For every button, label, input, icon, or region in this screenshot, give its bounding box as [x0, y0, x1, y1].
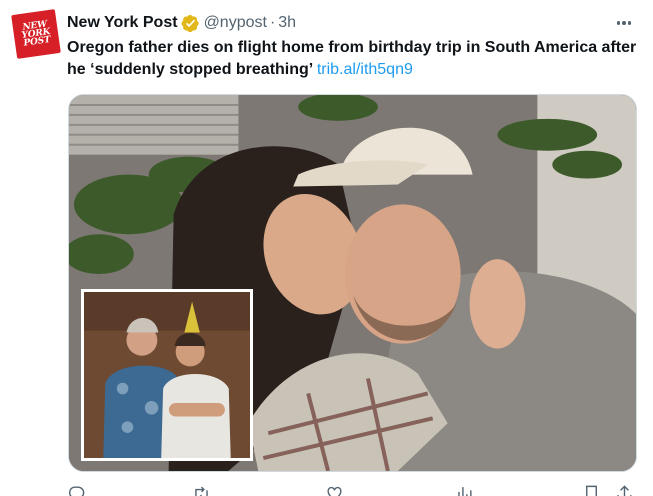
verified-badge-icon[interactable] [181, 14, 200, 33]
retweet-button[interactable] [192, 484, 219, 496]
handle[interactable]: @nypost [204, 14, 267, 32]
bookmark-icon [586, 485, 597, 496]
inset-photo [81, 289, 253, 461]
tweet-media-photo[interactable] [68, 94, 637, 472]
avatar[interactable]: NEW YORK POST [11, 9, 61, 59]
views-button[interactable] [455, 484, 482, 496]
like-icon [327, 486, 342, 496]
father-son-photo [84, 292, 250, 458]
avatar-line-3: POST [23, 35, 52, 49]
tweet-link[interactable]: trib.al/ith5qn9 [317, 61, 413, 78]
tweet-text: Oregon father dies on flight home from b… [67, 37, 637, 81]
action-bar [67, 484, 637, 496]
bookmark-button[interactable] [582, 484, 601, 496]
tweet-header: New York Post @nypost · 3h [67, 13, 296, 33]
like-button[interactable] [325, 484, 352, 496]
display-name[interactable]: New York Post [67, 14, 178, 32]
share-icon [617, 485, 632, 496]
reply-icon [68, 486, 85, 496]
separator-dot: · [269, 14, 276, 31]
views-icon [458, 487, 472, 496]
more-options-icon[interactable] [613, 13, 635, 33]
timestamp[interactable]: 3h [278, 14, 296, 32]
reply-button[interactable] [67, 484, 94, 496]
retweet-icon [195, 486, 208, 496]
share-button[interactable] [615, 484, 634, 496]
